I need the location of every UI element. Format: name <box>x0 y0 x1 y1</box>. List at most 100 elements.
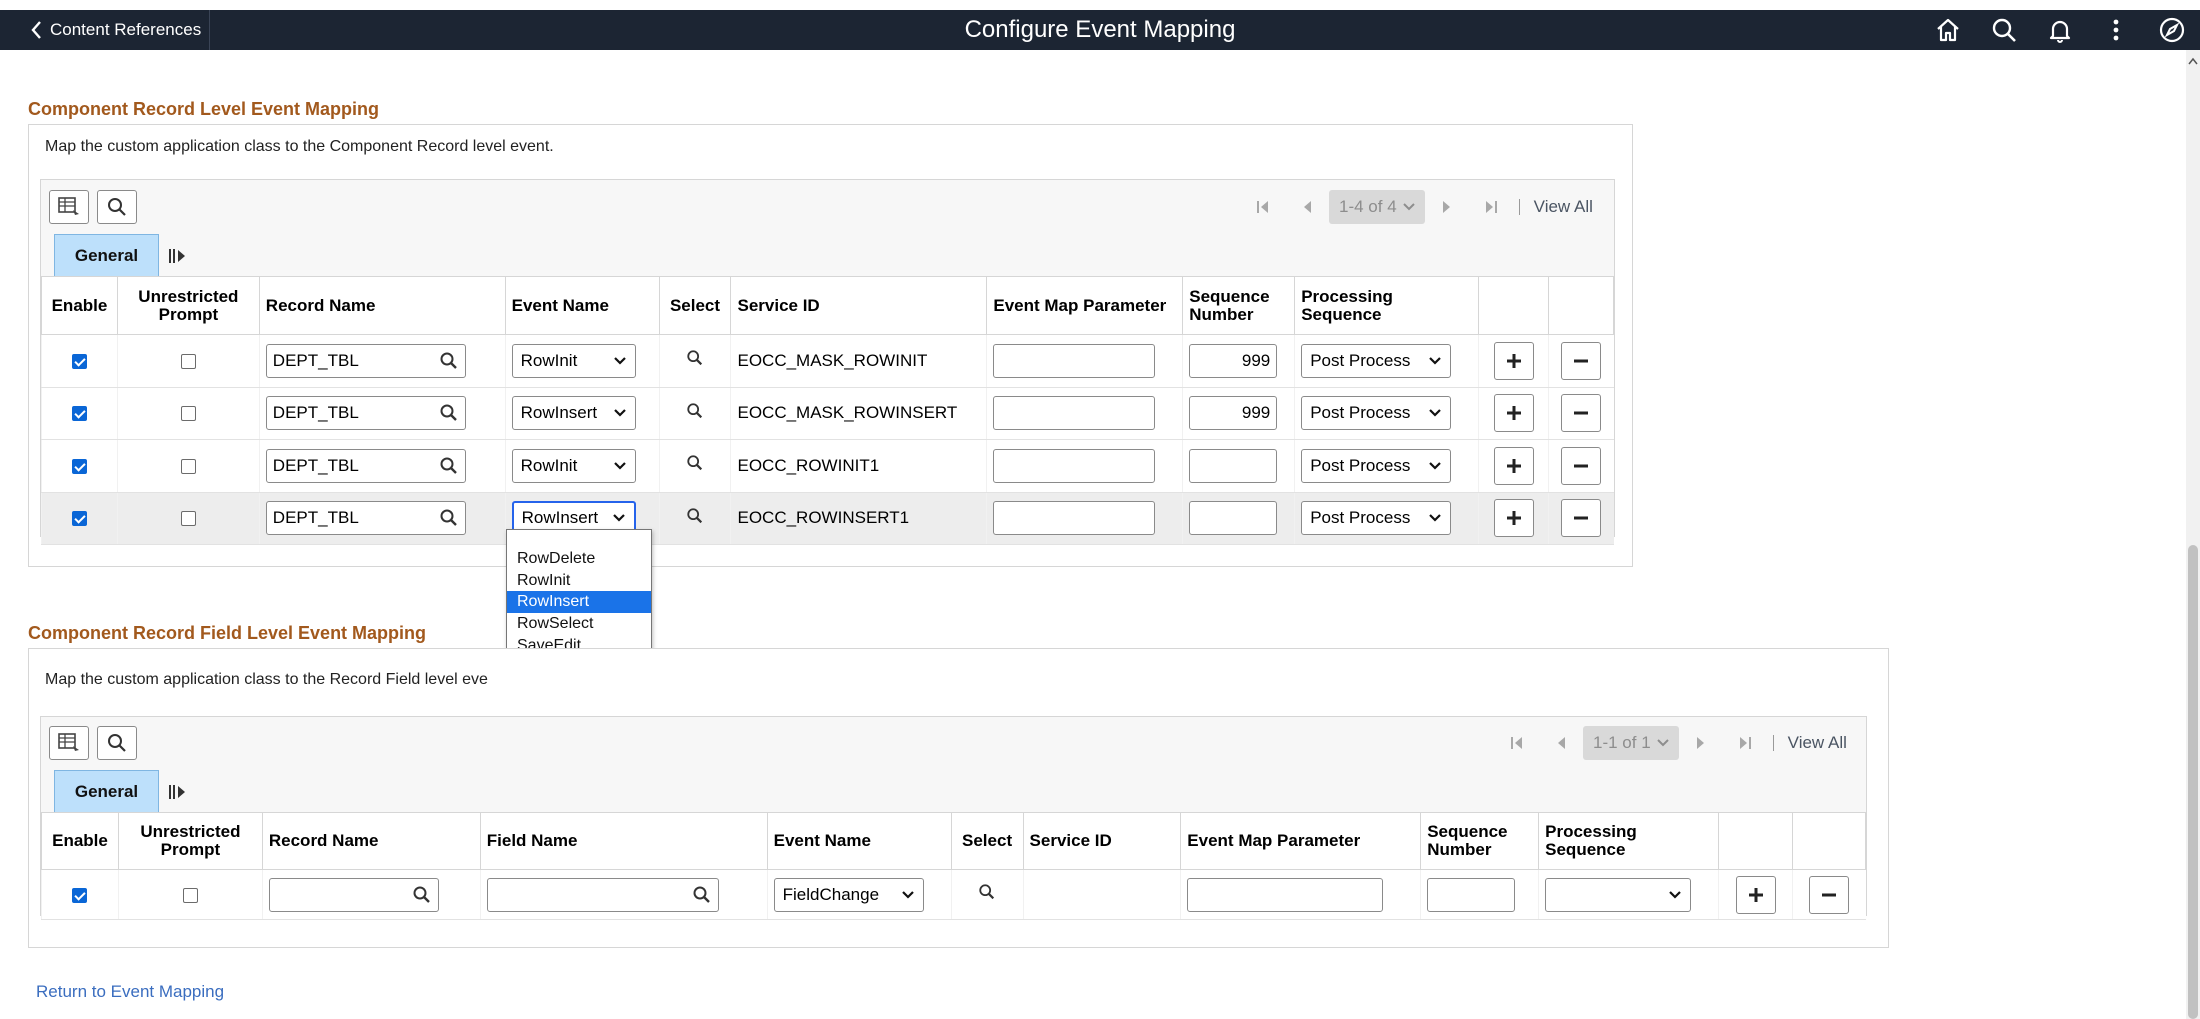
record-name-input[interactable]: DEPT_TBL <box>265 396 466 431</box>
next-page-icon[interactable] <box>1679 735 1723 751</box>
add-row-button[interactable] <box>1735 875 1776 914</box>
last-page-icon[interactable] <box>1469 199 1513 215</box>
processing-sequence-select[interactable]: Post Process <box>1301 448 1452 483</box>
record-name-input[interactable]: DEPT_TBL <box>265 448 466 483</box>
processing-sequence-cell: Post Process <box>1294 387 1479 440</box>
dropdown-option[interactable]: RowInsert <box>507 591 651 614</box>
search-icon <box>108 734 126 752</box>
record-name-input[interactable]: DEPT_TBL <box>265 501 466 536</box>
delete-row-button[interactable] <box>1561 394 1602 433</box>
event-map-parameter-input[interactable] <box>993 396 1156 431</box>
chevron-down-icon <box>613 356 626 365</box>
service-id-cell <box>1022 869 1181 920</box>
dropdown-option[interactable]: RowDelete <box>507 548 651 570</box>
delete-row-button[interactable] <box>1561 499 1602 538</box>
section1-box: Map the custom application class to the … <box>28 124 1633 567</box>
page-range-select[interactable]: 1-4 of 4 <box>1329 190 1425 224</box>
col-header-seq-line1: Sequence <box>1427 822 1508 841</box>
find-in-grid-button[interactable] <box>97 726 137 760</box>
minus-icon <box>1574 464 1589 468</box>
event-map-parameter-input[interactable] <box>993 501 1156 536</box>
processing-sequence-select[interactable]: Post Process <box>1301 343 1452 378</box>
previous-page-icon[interactable] <box>1539 735 1583 751</box>
field-name-input[interactable] <box>486 877 719 912</box>
enable-checkbox[interactable] <box>71 458 87 474</box>
first-page-icon[interactable] <box>1241 199 1285 215</box>
search-icon[interactable] <box>1976 10 2032 50</box>
home-icon[interactable] <box>1920 10 1976 50</box>
dropdown-option[interactable]: RowInit <box>507 570 651 592</box>
previous-page-icon[interactable] <box>1285 199 1329 215</box>
add-row-button[interactable] <box>1493 394 1534 433</box>
scroll-up-arrow-icon[interactable] <box>2187 56 2199 66</box>
select-service-search-icon[interactable] <box>686 507 704 525</box>
lookup-search-icon[interactable] <box>412 885 432 905</box>
section2-grid: 1-1 of 1 View All General Enable Unrestr… <box>40 716 1867 920</box>
show-all-columns-icon[interactable] <box>167 246 189 266</box>
unrestricted-prompt-checkbox[interactable] <box>182 887 198 903</box>
event-name-select[interactable]: RowInit <box>511 343 636 378</box>
sequence-number-input[interactable]: 999 <box>1189 396 1278 431</box>
personalize-grid-button[interactable] <box>49 190 89 224</box>
dropdown-option[interactable]: RowSelect <box>507 613 651 635</box>
event-name-select[interactable]: FieldChange <box>773 877 924 912</box>
personalize-grid-button[interactable] <box>49 726 89 760</box>
tab-general[interactable]: General <box>54 234 159 276</box>
processing-sequence-select[interactable]: Post Process <box>1301 396 1452 431</box>
chevron-down-icon <box>1429 461 1441 470</box>
event-name-select[interactable]: RowInit <box>511 448 636 483</box>
enable-checkbox[interactable] <box>71 406 87 422</box>
event-map-parameter-input[interactable] <box>993 448 1156 483</box>
lookup-search-icon[interactable] <box>439 508 459 528</box>
unrestricted-prompt-checkbox[interactable] <box>180 511 196 527</box>
col-header-delete <box>1792 812 1866 870</box>
sequence-number-input[interactable] <box>1427 877 1516 912</box>
event-map-parameter-input[interactable] <box>993 343 1156 378</box>
processing-sequence-select[interactable] <box>1545 877 1692 912</box>
sequence-number-input[interactable] <box>1189 448 1278 483</box>
lookup-search-icon[interactable] <box>439 403 459 423</box>
select-service-search-icon[interactable] <box>978 883 996 901</box>
add-row-button[interactable] <box>1493 499 1534 538</box>
record-name-input[interactable]: DEPT_TBL <box>265 343 466 378</box>
lookup-search-icon[interactable] <box>692 885 712 905</box>
unrestricted-prompt-checkbox[interactable] <box>180 458 196 474</box>
more-options-icon[interactable] <box>2088 10 2144 50</box>
notification-bell-icon[interactable] <box>2032 10 2088 50</box>
view-all-link[interactable]: View All <box>1788 733 1847 753</box>
enable-checkbox[interactable] <box>71 353 87 369</box>
page-range-select[interactable]: 1-1 of 1 <box>1583 726 1679 760</box>
tab-general[interactable]: General <box>54 770 159 812</box>
delete-row-button[interactable] <box>1561 341 1602 380</box>
page-scrollbar-thumb[interactable] <box>2188 545 2198 1019</box>
processing-sequence-select[interactable]: Post Process <box>1301 501 1452 536</box>
select-service-search-icon[interactable] <box>686 454 704 472</box>
enable-checkbox[interactable] <box>71 511 87 527</box>
lookup-search-icon[interactable] <box>439 456 459 476</box>
event-name-select[interactable]: RowInsert <box>511 396 636 431</box>
next-page-icon[interactable] <box>1425 199 1469 215</box>
return-to-event-mapping-link[interactable]: Return to Event Mapping <box>36 982 224 1002</box>
select-service-search-icon[interactable] <box>686 402 704 420</box>
find-in-grid-button[interactable] <box>97 190 137 224</box>
event-map-parameter-input[interactable] <box>1187 877 1384 912</box>
show-all-columns-icon[interactable] <box>167 782 189 802</box>
add-row-button[interactable] <box>1493 341 1534 380</box>
col-header-service-id: Service ID <box>1022 812 1182 870</box>
add-row-button[interactable] <box>1493 446 1534 485</box>
sequence-number-input[interactable]: 999 <box>1189 343 1278 378</box>
sequence-number-input[interactable] <box>1189 501 1278 536</box>
select-service-search-icon[interactable] <box>686 349 704 367</box>
first-page-icon[interactable] <box>1495 735 1539 751</box>
enable-checkbox[interactable] <box>72 887 88 903</box>
view-all-link[interactable]: View All <box>1534 197 1593 217</box>
delete-row-button[interactable] <box>1809 875 1850 914</box>
lookup-search-icon[interactable] <box>439 351 459 371</box>
record-name-input[interactable] <box>268 877 439 912</box>
navigator-compass-icon[interactable] <box>2144 10 2200 50</box>
add-row-cell <box>1718 869 1793 920</box>
unrestricted-prompt-checkbox[interactable] <box>180 353 196 369</box>
delete-row-button[interactable] <box>1561 446 1602 485</box>
unrestricted-prompt-checkbox[interactable] <box>180 406 196 422</box>
last-page-icon[interactable] <box>1723 735 1767 751</box>
